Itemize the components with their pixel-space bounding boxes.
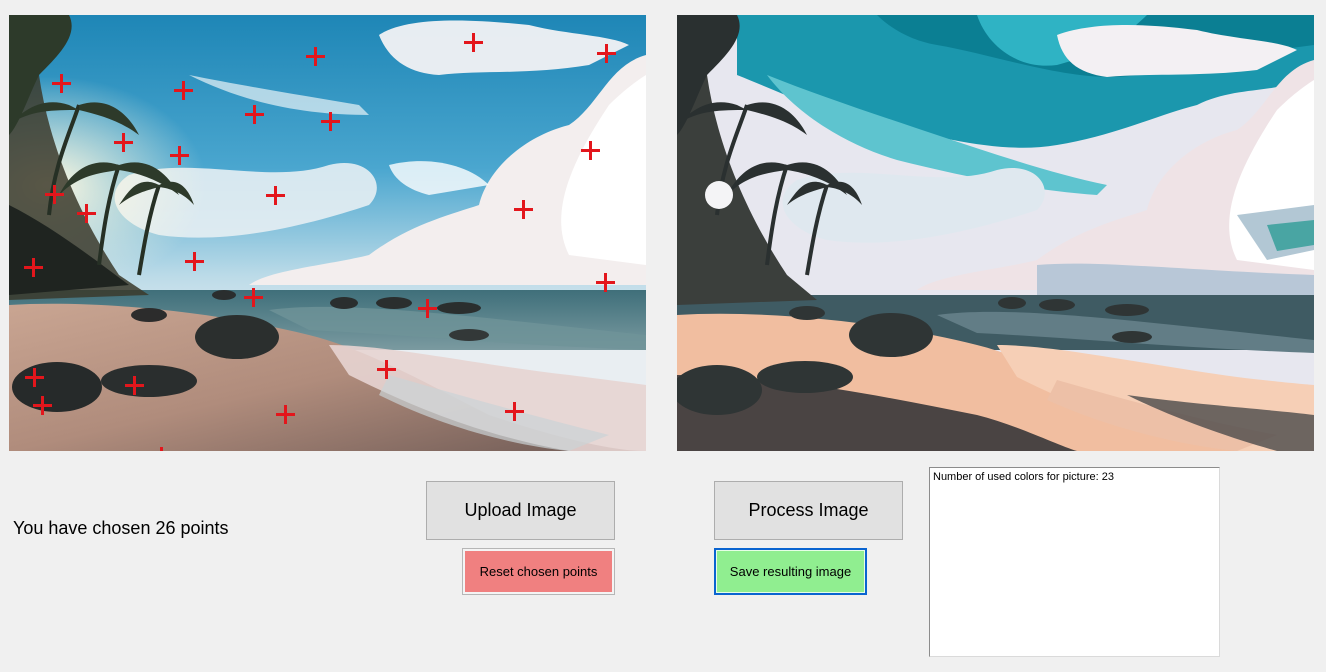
beach-photo-original bbox=[9, 15, 646, 451]
result-image-picturebox bbox=[677, 15, 1314, 451]
chosen-point-marker[interactable] bbox=[276, 405, 295, 424]
chosen-point-marker[interactable] bbox=[114, 133, 133, 152]
chosen-point-marker[interactable] bbox=[596, 273, 615, 292]
chosen-point-marker[interactable] bbox=[52, 74, 71, 93]
used-colors-text: Number of used colors for picture: 23 bbox=[933, 471, 1114, 483]
chosen-point-marker[interactable] bbox=[418, 299, 437, 318]
chosen-point-marker[interactable] bbox=[597, 44, 616, 63]
chosen-point-marker[interactable] bbox=[77, 204, 96, 223]
chosen-point-marker[interactable] bbox=[174, 81, 193, 100]
chosen-point-marker[interactable] bbox=[152, 447, 171, 451]
original-image-picturebox[interactable] bbox=[9, 15, 646, 451]
save-result-button[interactable]: Save resulting image bbox=[714, 548, 867, 595]
chosen-point-marker[interactable] bbox=[45, 185, 64, 204]
chosen-point-marker[interactable] bbox=[25, 368, 44, 387]
chosen-point-marker[interactable] bbox=[505, 402, 524, 421]
chosen-point-marker[interactable] bbox=[125, 376, 144, 395]
info-textbox[interactable]: Number of used colors for picture: 23 bbox=[929, 467, 1220, 657]
chosen-point-marker[interactable] bbox=[33, 396, 52, 415]
chosen-point-marker[interactable] bbox=[24, 258, 43, 277]
process-image-button[interactable]: Process Image bbox=[714, 481, 903, 540]
chosen-point-marker[interactable] bbox=[514, 200, 533, 219]
upload-image-button[interactable]: Upload Image bbox=[426, 481, 615, 540]
chosen-point-marker[interactable] bbox=[377, 360, 396, 379]
chosen-point-marker[interactable] bbox=[266, 186, 285, 205]
chosen-point-marker[interactable] bbox=[464, 33, 483, 52]
points-count-label: You have chosen 26 points bbox=[13, 518, 229, 538]
reset-points-button[interactable]: Reset chosen points bbox=[462, 548, 615, 595]
chosen-point-marker[interactable] bbox=[185, 252, 204, 271]
chosen-point-marker[interactable] bbox=[321, 112, 340, 131]
chosen-point-marker[interactable] bbox=[245, 105, 264, 124]
app-window: You have chosen 26 points Upload Image P… bbox=[0, 0, 1326, 672]
beach-photo-posterized bbox=[677, 15, 1314, 451]
chosen-point-marker[interactable] bbox=[306, 47, 325, 66]
chosen-point-marker[interactable] bbox=[170, 146, 189, 165]
chosen-point-marker[interactable] bbox=[581, 141, 600, 160]
chosen-point-marker[interactable] bbox=[244, 288, 263, 307]
